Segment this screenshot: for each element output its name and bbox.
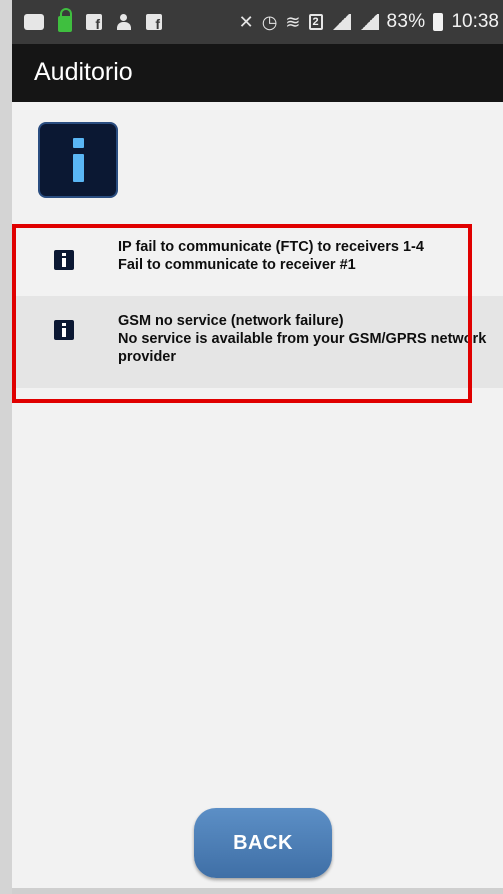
bottom-edge: [12, 888, 503, 894]
status-bar: ✕ ◷ ≋ 2 83% 10:38: [12, 0, 503, 44]
notification-icons: [24, 8, 162, 34]
battery-icon: [433, 13, 444, 31]
alert-text: GSM no service (network failure) No serv…: [118, 312, 488, 366]
mute-icon: ✕: [238, 12, 254, 32]
alert-title: GSM no service (network failure): [118, 313, 344, 329]
app-screen: ✕ ◷ ≋ 2 83% 10:38 Auditorio IP fail to c…: [12, 0, 503, 894]
alert-detail: No service is available from your GSM/GP…: [118, 331, 487, 365]
list-item[interactable]: IP fail to communicate (FTC) to receiver…: [12, 222, 503, 296]
sim-icon: 2: [308, 14, 323, 30]
info-icon-stem: [62, 258, 66, 267]
clock: 10:38: [451, 11, 499, 32]
message-icon: [24, 14, 44, 30]
system-status-icons: ✕ ◷ ≋ 2 83% 10:38: [239, 10, 499, 34]
alert-text: IP fail to communicate (FTC) to receiver…: [118, 238, 488, 274]
back-button[interactable]: BACK: [194, 808, 332, 878]
data-icon: [358, 14, 379, 30]
signal-icon: [330, 14, 351, 30]
info-icon-stem: [73, 154, 84, 182]
battery-percent: 83%: [386, 11, 426, 32]
alert-detail: Fail to communicate to receiver #1: [118, 257, 356, 273]
info-icon-stem: [62, 328, 66, 337]
info-icon: [54, 250, 74, 270]
lock-icon: [58, 8, 72, 32]
alert-title: IP fail to communicate (FTC) to receiver…: [118, 239, 424, 255]
alert-list: IP fail to communicate (FTC) to receiver…: [12, 222, 503, 388]
page-title: Auditorio: [34, 58, 133, 86]
app-bar: Auditorio: [12, 44, 503, 102]
alarm-icon: ◷: [261, 12, 278, 32]
info-icon: [40, 124, 116, 196]
list-item[interactable]: GSM no service (network failure) No serv…: [12, 296, 503, 388]
info-icon-dot: [62, 253, 66, 256]
facebook-icon: [146, 14, 162, 32]
info-icon-dot: [62, 323, 66, 326]
facebook-icon: [86, 14, 102, 32]
info-icon: [54, 320, 74, 340]
person-add-icon: [116, 14, 132, 30]
wifi-icon: ≋: [285, 12, 301, 32]
info-icon-dot: [73, 138, 84, 148]
